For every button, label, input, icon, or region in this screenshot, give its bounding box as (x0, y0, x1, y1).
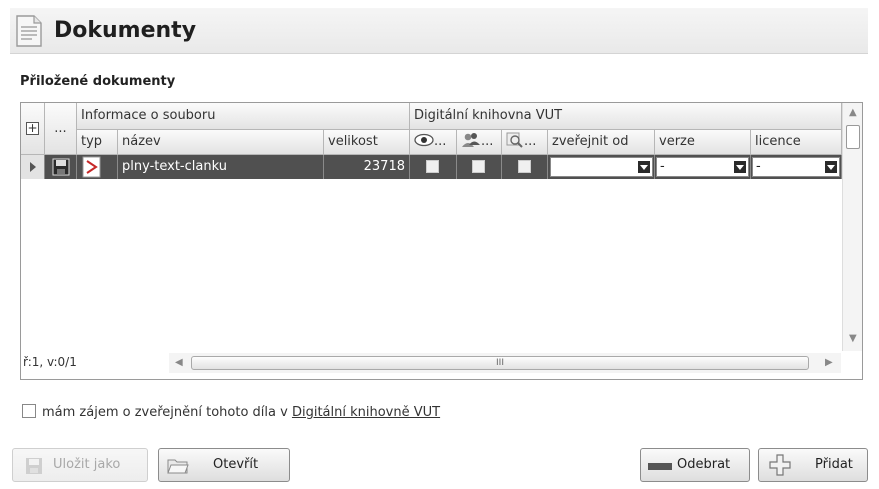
column-chooser-button[interactable]: ... (45, 103, 77, 155)
documents-grid: + ... Informace o souboru Digitální knih… (20, 102, 863, 380)
horizontal-scrollbar[interactable]: ◀ III ▶ (169, 353, 841, 373)
plus-icon (769, 454, 791, 476)
interest-label: mám zájem o zveřejnění tohoto díla v (42, 405, 292, 420)
row-pointer-icon (30, 162, 36, 172)
interest-checkbox[interactable] (22, 404, 36, 418)
column-header-zverejnit[interactable]: zveřejnit od (548, 130, 655, 155)
row-indicator[interactable] (21, 155, 45, 179)
column-header-search[interactable]: ... (502, 130, 548, 155)
folder-icon (167, 459, 189, 474)
chevron-down-icon (734, 161, 746, 173)
version-dropdown[interactable]: - (656, 157, 749, 177)
save-as-button[interactable]: Uložit jako (12, 448, 148, 482)
section-label: Přiložené dokumenty (20, 74, 176, 89)
column-header-nazev[interactable]: název (118, 130, 324, 155)
vertical-scroll-thumb[interactable] (846, 125, 860, 149)
grid-status: ř:1, v:0/1 (23, 355, 77, 369)
scroll-right-icon[interactable]: ▶ (825, 357, 833, 368)
search-icon (506, 132, 523, 148)
column-header-licence[interactable]: licence (751, 130, 842, 155)
persons-checkbox[interactable] (472, 160, 485, 173)
scroll-down-icon[interactable]: ▼ (849, 333, 857, 344)
minus-icon (648, 463, 672, 470)
scroll-left-icon[interactable]: ◀ (175, 357, 183, 368)
column-header-persons[interactable]: ... (457, 130, 502, 155)
chevron-down-icon (825, 161, 837, 173)
save-icon (26, 458, 42, 474)
open-button[interactable]: Otevřít (158, 448, 290, 482)
horizontal-scroll-thumb[interactable]: III (191, 356, 809, 370)
page-title: Dokumenty (54, 18, 197, 43)
licence-dropdown[interactable]: - (752, 157, 840, 177)
scroll-up-icon[interactable]: ▲ (849, 107, 857, 118)
remove-button[interactable]: Odebrat (640, 448, 750, 482)
row-file-size: 23718 (324, 155, 410, 179)
chevron-down-icon (638, 161, 650, 173)
column-header-verze[interactable]: verze (655, 130, 751, 155)
add-button[interactable]: Přidat (758, 448, 868, 482)
eye-icon (414, 133, 434, 147)
search-checkbox[interactable] (518, 160, 531, 173)
column-header-velikost[interactable]: velikost (324, 130, 410, 155)
row-save-button[interactable] (45, 155, 77, 179)
group-header-digital-library: Digitální knihovna VUT (410, 103, 842, 130)
expand-all-button[interactable]: + (21, 103, 45, 155)
column-header-typ[interactable]: typ (77, 130, 118, 155)
pdf-file-icon (82, 156, 101, 178)
group-header-file-info: Informace o souboru (77, 103, 410, 130)
column-header-visibility[interactable]: ... (410, 130, 457, 155)
row-file-name[interactable]: plny-text-clanku (118, 155, 324, 179)
row-file-type (77, 155, 118, 179)
document-icon (16, 15, 42, 47)
digital-library-link[interactable]: Digitální knihovně VUT (292, 405, 440, 420)
interest-option[interactable]: mám zájem o zveřejnění tohoto díla v Dig… (22, 404, 440, 420)
panel-header: Dokumenty (10, 8, 868, 54)
save-icon (52, 158, 70, 176)
vertical-scrollbar[interactable]: ▲ ▼ (842, 103, 862, 351)
plus-icon: + (26, 121, 39, 135)
users-icon (462, 133, 480, 147)
visibility-checkbox[interactable] (426, 160, 439, 173)
publish-date-dropdown[interactable] (550, 157, 653, 177)
